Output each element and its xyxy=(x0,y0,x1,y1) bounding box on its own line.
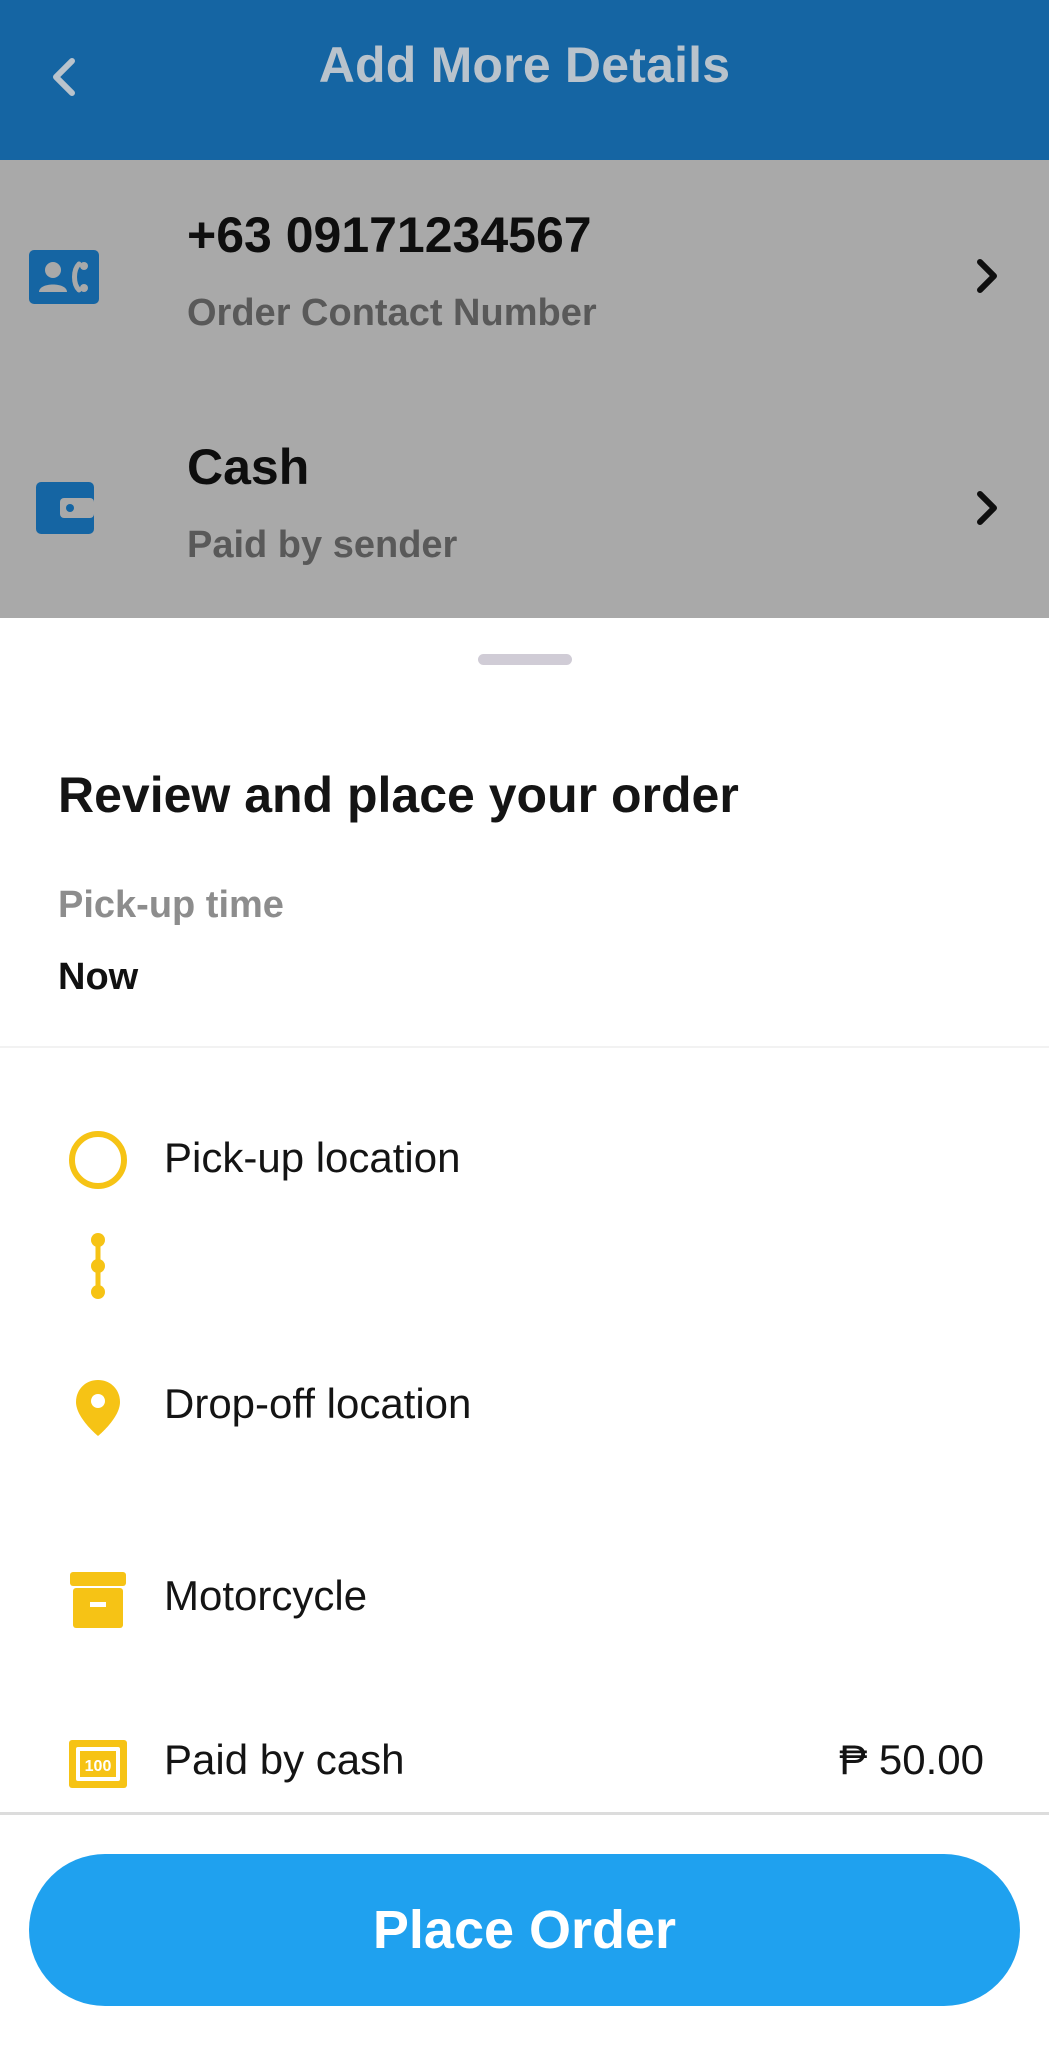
wallet-icon xyxy=(36,482,94,534)
dropoff-location-text: Drop-off location xyxy=(164,1380,472,1427)
pickup-location-item[interactable]: Pick-up location xyxy=(0,1122,1049,1202)
pickup-time-value: Now xyxy=(58,956,139,998)
page: Add More Details +63 09171234567 Order C… xyxy=(0,0,1049,2048)
payment-summary-text: Paid by cash xyxy=(164,1736,405,1783)
contact-number: +63 09171234567 xyxy=(187,207,592,263)
payment-method: Cash xyxy=(187,439,310,495)
chevron-right-icon xyxy=(962,478,1012,538)
divider xyxy=(0,1812,1049,1815)
dropoff-location-item[interactable]: Drop-off location xyxy=(0,1368,1049,1448)
place-order-button[interactable]: Place Order xyxy=(29,1854,1020,2006)
svg-text:100: 100 xyxy=(85,1758,112,1775)
sheet-drag-handle[interactable] xyxy=(478,654,572,665)
contact-number-row[interactable]: +63 09171234567 Order Contact Number xyxy=(0,160,1049,392)
page-title: Add More Details xyxy=(318,37,731,93)
pickup-location-text: Pick-up location xyxy=(164,1134,461,1181)
contact-number-label: Order Contact Number xyxy=(187,292,597,334)
divider xyxy=(0,1046,1049,1048)
vehicle-box-icon xyxy=(62,1564,134,1636)
vehicle-item[interactable]: Motorcycle xyxy=(0,1560,1049,1640)
sheet-title: Review and place your order xyxy=(58,767,739,823)
cash-bill-icon: 100 xyxy=(62,1728,134,1800)
delivery-fee-amount: ₱ 50.00 xyxy=(839,1736,984,1783)
review-order-sheet: Review and place your order Pick-up time… xyxy=(0,618,1049,2048)
route-connector-icon xyxy=(91,1233,105,1299)
contact-card-icon xyxy=(29,250,99,304)
app-header: Add More Details xyxy=(0,0,1049,160)
payment-method-row[interactable]: Cash Paid by sender xyxy=(0,392,1049,624)
details-overlay: +63 09171234567 Order Contact Number Cas… xyxy=(0,160,1049,618)
vehicle-text: Motorcycle xyxy=(164,1572,368,1619)
pickup-circle-icon xyxy=(62,1124,134,1196)
pickup-time-label: Pick-up time xyxy=(58,884,284,926)
payment-method-label: Paid by sender xyxy=(187,524,458,566)
location-pin-icon xyxy=(62,1372,134,1444)
chevron-right-icon xyxy=(962,246,1012,306)
payment-summary-item[interactable]: 100 Paid by cash ₱ 50.00 xyxy=(0,1724,1049,1804)
